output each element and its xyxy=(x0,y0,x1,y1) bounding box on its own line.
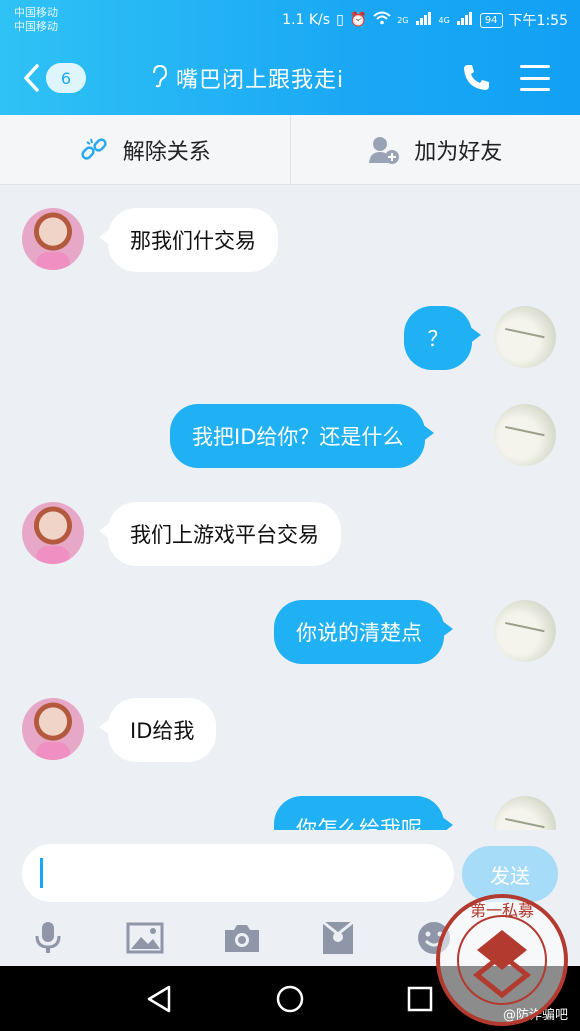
title-bar: 6 嘴巴闭上跟我走i xyxy=(0,40,580,115)
signal-icon-2 xyxy=(456,11,474,29)
voice-button[interactable] xyxy=(28,918,68,958)
chat-title: 嘴巴闭上跟我走i xyxy=(150,62,344,94)
message-list[interactable]: 那我们什交易 ？ 我把ID给你？还是什么 我们上游戏平台交易 你说的清楚点 ID… xyxy=(0,186,580,830)
add-user-icon xyxy=(369,136,400,164)
avatar[interactable] xyxy=(494,306,556,368)
message-bubble-outgoing[interactable]: 我把ID给你？还是什么 xyxy=(170,404,435,468)
signal-4g-label: 4G xyxy=(438,15,450,25)
message-bubble-incoming[interactable]: ID给我 xyxy=(98,698,217,762)
avatar[interactable] xyxy=(494,796,556,830)
header-bar: 中国移动 中国移动 1.1 K/s ▯ ⏰ 2G 4G 94 下午1:55 6 xyxy=(0,0,580,115)
avatar[interactable] xyxy=(22,502,84,564)
menu-button[interactable] xyxy=(520,65,550,91)
menu-line xyxy=(520,65,550,68)
vibrate-icon: ▯ xyxy=(336,12,344,28)
red-packet-button[interactable] xyxy=(318,918,358,958)
image-button[interactable] xyxy=(125,918,165,958)
add-friend-label: 加为好友 xyxy=(414,139,503,165)
signal-icon xyxy=(415,11,433,29)
message-bubble-outgoing[interactable]: ？ xyxy=(404,306,481,370)
message-bubble-incoming[interactable]: 那我们什交易 xyxy=(99,208,278,272)
camera-icon xyxy=(225,925,259,952)
watermark-logo-text: 第一私募 xyxy=(470,901,534,920)
image-icon xyxy=(126,922,164,954)
chevron-left-icon xyxy=(24,64,39,92)
nav-home-icon[interactable] xyxy=(275,984,305,1014)
nav-recents-icon[interactable] xyxy=(405,984,435,1014)
unread-badge: 6 xyxy=(46,63,86,93)
message-input[interactable] xyxy=(22,844,454,902)
status-bar: 中国移动 中国移动 1.1 K/s ▯ ⏰ 2G 4G 94 下午1:55 xyxy=(0,0,580,40)
phone-icon xyxy=(464,65,489,90)
avatar[interactable] xyxy=(494,404,556,466)
earpiece-icon xyxy=(150,64,168,93)
unlink-button[interactable]: 解除关系 xyxy=(0,115,290,184)
chat-title-text: 嘴巴闭上跟我走i xyxy=(176,68,345,93)
network-speed: 1.1 K/s xyxy=(282,12,331,28)
status-icons: 1.1 K/s ▯ ⏰ 2G 4G 94 下午1:55 xyxy=(282,10,568,30)
broken-link-icon xyxy=(81,137,107,160)
battery-icon: 94 xyxy=(479,12,503,28)
camera-button[interactable] xyxy=(222,918,262,958)
menu-line xyxy=(520,88,550,91)
message-bubble-outgoing[interactable]: 你说的清楚点 xyxy=(274,600,453,664)
message-bubble-incoming[interactable]: 我们上游戏平台交易 xyxy=(99,502,341,566)
signal-2g-label: 2G xyxy=(397,15,409,25)
mic-icon xyxy=(35,922,61,953)
wifi-icon xyxy=(373,11,391,29)
carrier-2: 中国移动 xyxy=(14,20,58,33)
relationship-actions: 解除关系 加为好友 xyxy=(0,115,580,185)
avatar[interactable] xyxy=(494,600,556,662)
red-packet-icon xyxy=(322,920,354,954)
carrier-info: 中国移动 中国移动 xyxy=(14,6,58,34)
avatar[interactable] xyxy=(22,698,84,760)
text-cursor xyxy=(40,858,43,888)
unlink-label: 解除关系 xyxy=(122,139,211,165)
carrier-1: 中国移动 xyxy=(14,6,58,19)
clock: 下午1:55 xyxy=(508,13,568,29)
back-button[interactable]: 6 xyxy=(22,60,92,96)
add-friend-button[interactable]: 加为好友 xyxy=(289,115,580,184)
menu-line xyxy=(520,76,550,80)
nav-back-icon[interactable] xyxy=(145,984,175,1014)
avatar[interactable] xyxy=(22,208,84,270)
watermark-logo: 第一私募 xyxy=(436,894,568,1026)
message-bubble-outgoing[interactable]: 你怎么给我呢 xyxy=(274,796,453,830)
phone-call-button[interactable] xyxy=(460,62,492,94)
alarm-icon: ⏰ xyxy=(349,12,368,28)
